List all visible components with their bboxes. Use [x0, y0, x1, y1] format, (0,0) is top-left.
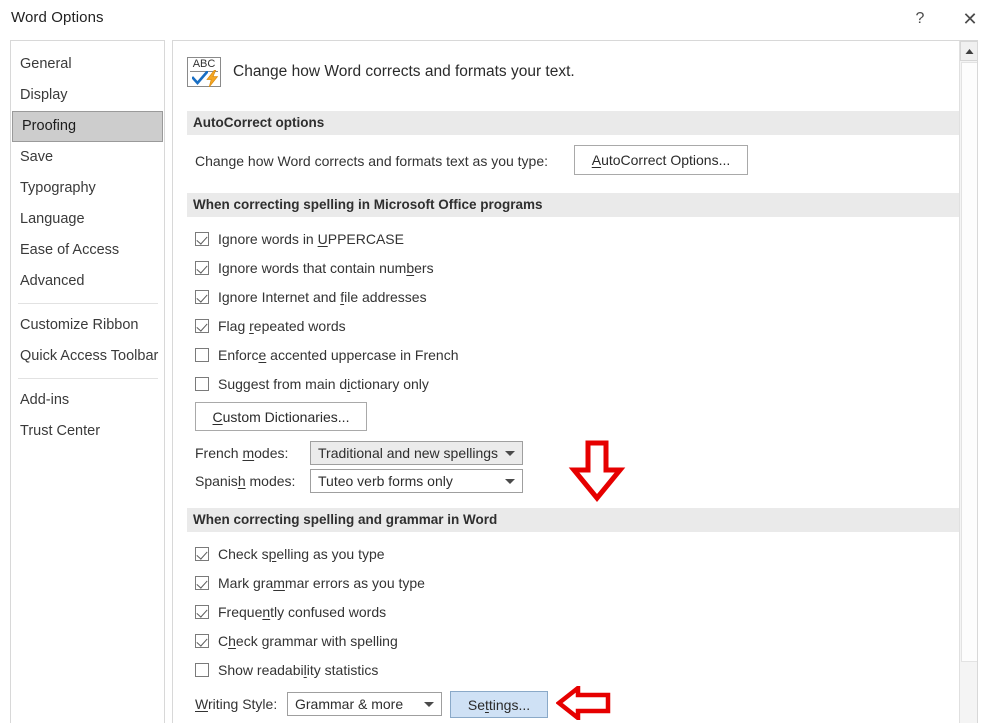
checkbox-check-grammar-with-spelling[interactable]	[195, 634, 209, 648]
autocorrect-options-button[interactable]: AutoCorrect Options...	[574, 145, 748, 175]
checkbox-ignore-numbers[interactable]	[195, 261, 209, 275]
abc-spellcheck-icon: ABC	[187, 57, 221, 87]
triangle-up-icon	[965, 48, 974, 54]
scrollbar-track-bottom[interactable]	[960, 663, 977, 723]
writing-style-value: Grammar & more	[295, 696, 404, 712]
sidebar-item-display[interactable]: Display	[11, 80, 164, 111]
sidebar-item-quick-access-toolbar[interactable]: Quick Access Toolbar	[11, 341, 164, 372]
spanish-modes-value: Tuteo verb forms only	[318, 473, 453, 489]
checkbox-row-frequently-confused[interactable]: Frequently confused words	[195, 604, 386, 620]
checkbox-enforce-accented[interactable]	[195, 348, 209, 362]
chevron-down-icon-spanish	[505, 479, 515, 484]
custom-dictionaries-button[interactable]: Custom Dictionaries...	[195, 402, 367, 431]
checkbox-label-frequently-confused: Frequently confused words	[218, 604, 387, 620]
checkbox-row-check-grammar-with-spelling[interactable]: Check grammar with spelling	[195, 633, 398, 649]
writing-style-dropdown[interactable]: Grammar & more	[287, 692, 442, 716]
checkbox-label-check-grammar-with-spelling: Check grammar with spelling	[218, 633, 398, 649]
scrollbar-thumb[interactable]	[961, 62, 977, 662]
checkbox-label-ignore-numbers: Ignore words that contain numbers	[218, 260, 434, 276]
sidebar-divider-2	[18, 378, 158, 379]
autocorrect-row-label: Change how Word corrects and formats tex…	[195, 153, 549, 169]
lightning-bolt-icon	[206, 70, 219, 87]
sidebar-item-advanced[interactable]: Advanced	[11, 266, 164, 297]
section-heading-word-grammar: When correcting spelling and grammar in …	[187, 508, 965, 532]
checkbox-label-readability-statistics: Show readability statistics	[218, 662, 379, 678]
checkbox-row-ignore-internet[interactable]: Ignore Internet and file addresses	[195, 289, 427, 305]
chevron-down-icon-french	[505, 451, 515, 456]
autocorrect-options-accel: A	[591, 152, 602, 168]
chevron-down-icon-writing-style	[424, 702, 434, 707]
checkbox-label-mark-grammar: Mark grammar errors as you type	[218, 575, 425, 591]
checkbox-row-mark-grammar[interactable]: Mark grammar errors as you type	[195, 575, 425, 591]
checkbox-row-main-dictionary[interactable]: Suggest from main dictionary only	[195, 376, 429, 392]
close-button[interactable]: ✕	[948, 0, 992, 38]
sidebar-item-ease-of-access[interactable]: Ease of Access	[11, 235, 164, 266]
checkbox-label-main-dictionary: Suggest from main dictionary only	[218, 376, 429, 392]
sidebar-item-language[interactable]: Language	[11, 204, 164, 235]
sidebar-item-typography[interactable]: Typography	[11, 173, 164, 204]
red-left-arrow-annotation	[556, 686, 611, 720]
writing-style-settings-button[interactable]: Settings...	[450, 691, 548, 718]
custom-dictionaries-accel: C	[212, 408, 223, 425]
sidebar-item-save[interactable]: Save	[11, 142, 164, 173]
checkbox-row-check-spelling[interactable]: Check spelling as you type	[195, 546, 385, 562]
checkbox-row-ignore-uppercase[interactable]: Ignore words in UPPERCASE	[195, 231, 404, 247]
proofing-panel: ABC Change how Word corrects and formats…	[172, 40, 978, 723]
checkbox-label-enforce-accented: Enforce accented uppercase in French	[218, 347, 459, 363]
help-button[interactable]: ?	[898, 0, 942, 38]
sidebar-nav: General Display Proofing Save Typography…	[10, 40, 165, 723]
checkbox-check-spelling[interactable]	[195, 547, 209, 561]
checkbox-row-ignore-numbers[interactable]: Ignore words that contain numbers	[195, 260, 434, 276]
section-heading-office-spelling: When correcting spelling in Microsoft Of…	[187, 193, 965, 217]
scrollbar-up-button[interactable]	[960, 41, 977, 61]
checkbox-label-ignore-internet: Ignore Internet and file addresses	[218, 289, 427, 305]
french-modes-label: French modes:	[195, 445, 289, 461]
panel-header: ABC Change how Word corrects and formats…	[173, 41, 977, 103]
checkbox-flag-repeated[interactable]	[195, 319, 209, 333]
sidebar-item-trust-center[interactable]: Trust Center	[11, 416, 164, 447]
settings-label-pre: Se	[467, 696, 485, 713]
sidebar-item-proofing[interactable]: Proofing	[12, 111, 163, 142]
sidebar-item-general[interactable]: General	[11, 49, 164, 80]
panel-header-description: Change how Word corrects and formats you…	[233, 63, 575, 80]
sidebar-item-customize-ribbon[interactable]: Customize Ribbon	[11, 310, 164, 341]
section-heading-autocorrect: AutoCorrect options	[187, 111, 965, 135]
writing-style-label: Writing Style:	[195, 696, 278, 712]
proofing-panel-content: ABC Change how Word corrects and formats…	[173, 41, 977, 723]
abc-icon-text: ABC	[192, 58, 216, 70]
checkbox-ignore-internet[interactable]	[195, 290, 209, 304]
settings-label-post: tings...	[488, 696, 531, 713]
spanish-modes-label: Spanish modes:	[195, 473, 296, 489]
checkbox-row-flag-repeated[interactable]: Flag repeated words	[195, 318, 346, 334]
sidebar-item-add-ins[interactable]: Add-ins	[11, 385, 164, 416]
spanish-modes-dropdown[interactable]: Tuteo verb forms only	[310, 469, 523, 493]
window-title: Word Options	[11, 9, 104, 26]
french-modes-dropdown[interactable]: Traditional and new spellings	[310, 441, 523, 465]
checkbox-ignore-uppercase[interactable]	[195, 232, 209, 246]
checkbox-main-dictionary[interactable]	[195, 377, 209, 391]
french-modes-value: Traditional and new spellings	[318, 445, 499, 461]
checkbox-mark-grammar[interactable]	[195, 576, 209, 590]
autocorrect-options-label: utoCorrect Options...	[601, 152, 731, 168]
checkbox-row-enforce-accented[interactable]: Enforce accented uppercase in French	[195, 347, 459, 363]
checkbox-readability-statistics[interactable]	[195, 663, 209, 677]
checkbox-label-check-spelling: Check spelling as you type	[218, 546, 385, 562]
red-down-arrow-annotation	[568, 440, 626, 502]
checkbox-frequently-confused[interactable]	[195, 605, 209, 619]
checkbox-row-readability-statistics[interactable]: Show readability statistics	[195, 662, 378, 678]
panel-scrollbar[interactable]	[959, 41, 977, 723]
title-bar: Word Options ? ✕	[0, 0, 1000, 38]
sidebar-divider-1	[18, 303, 158, 304]
custom-dictionaries-label: ustom Dictionaries...	[222, 408, 350, 425]
word-options-dialog: Word Options ? ✕ General Display Proofin…	[0, 0, 1000, 723]
checkbox-label-flag-repeated: Flag repeated words	[218, 318, 346, 334]
checkbox-label-ignore-uppercase: Ignore words in UPPERCASE	[218, 231, 404, 247]
